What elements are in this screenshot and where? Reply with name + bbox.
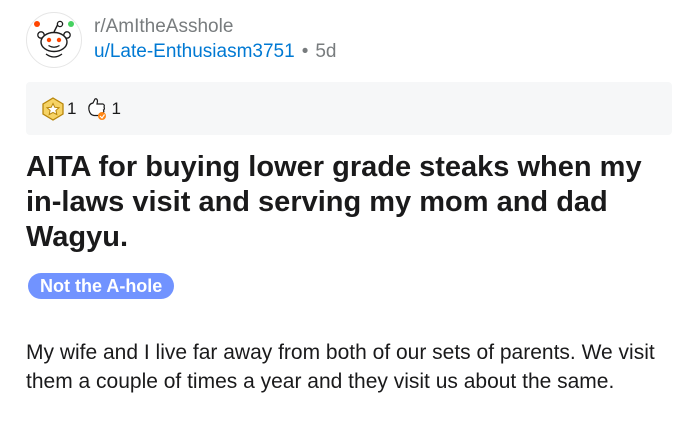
award-wholesome[interactable]: 1 — [84, 96, 121, 122]
post-body: My wife and I live far away from both of… — [26, 341, 655, 393]
helpful-award-icon — [42, 96, 64, 121]
meta-separator: • — [301, 41, 309, 62]
post-meta: r/AmItheAsshole u/Late-Enthusiasm3751 • … — [94, 15, 336, 65]
award-count: 1 — [111, 98, 121, 118]
award-count: 1 — [67, 98, 77, 118]
award-helpful[interactable]: 1 — [40, 96, 76, 122]
subreddit-name[interactable]: r/AmItheAsshole — [94, 15, 336, 39]
wholesome-award-icon — [88, 97, 107, 120]
author-username[interactable]: u/Late-Enthusiasm3751 — [94, 39, 295, 65]
post-age: 5d — [315, 41, 337, 62]
author-line: u/Late-Enthusiasm3751 • 5d — [94, 39, 336, 65]
awards-bar[interactable]: 1 1 — [26, 82, 672, 135]
post-flair[interactable]: Not the A-hole — [28, 273, 175, 299]
subreddit-avatar[interactable] — [26, 12, 82, 68]
reddit-snoo-icon — [34, 20, 74, 58]
post-header: r/AmItheAsshole u/Late-Enthusiasm3751 • … — [26, 10, 336, 70]
post-title[interactable]: AITA for buying lower grade steaks when … — [26, 150, 676, 255]
